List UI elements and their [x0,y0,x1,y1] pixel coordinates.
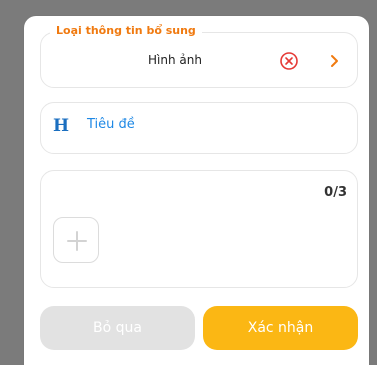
image-counter: 0/3 [324,185,347,200]
title-placeholder: Tiêu đề [87,117,135,132]
info-type-label: Loại thông tin bổ sung [50,23,202,39]
confirm-button[interactable]: Xác nhận [203,306,358,350]
clear-icon[interactable] [279,51,299,71]
skip-button[interactable]: Bỏ qua [40,306,195,350]
info-type-value: Hình ảnh [148,53,202,67]
chevron-right-icon[interactable] [325,52,343,70]
info-type-select[interactable]: Loại thông tin bổ sung Hình ảnh [40,23,358,88]
additional-info-dialog: Loại thông tin bổ sung Hình ảnh H Tiêu đ… [24,16,369,365]
title-input[interactable]: H Tiêu đề [40,102,358,154]
add-image-button[interactable] [53,217,99,263]
heading-icon: H [53,116,70,136]
plus-icon [67,231,87,251]
image-upload-area: 0/3 [40,170,358,288]
